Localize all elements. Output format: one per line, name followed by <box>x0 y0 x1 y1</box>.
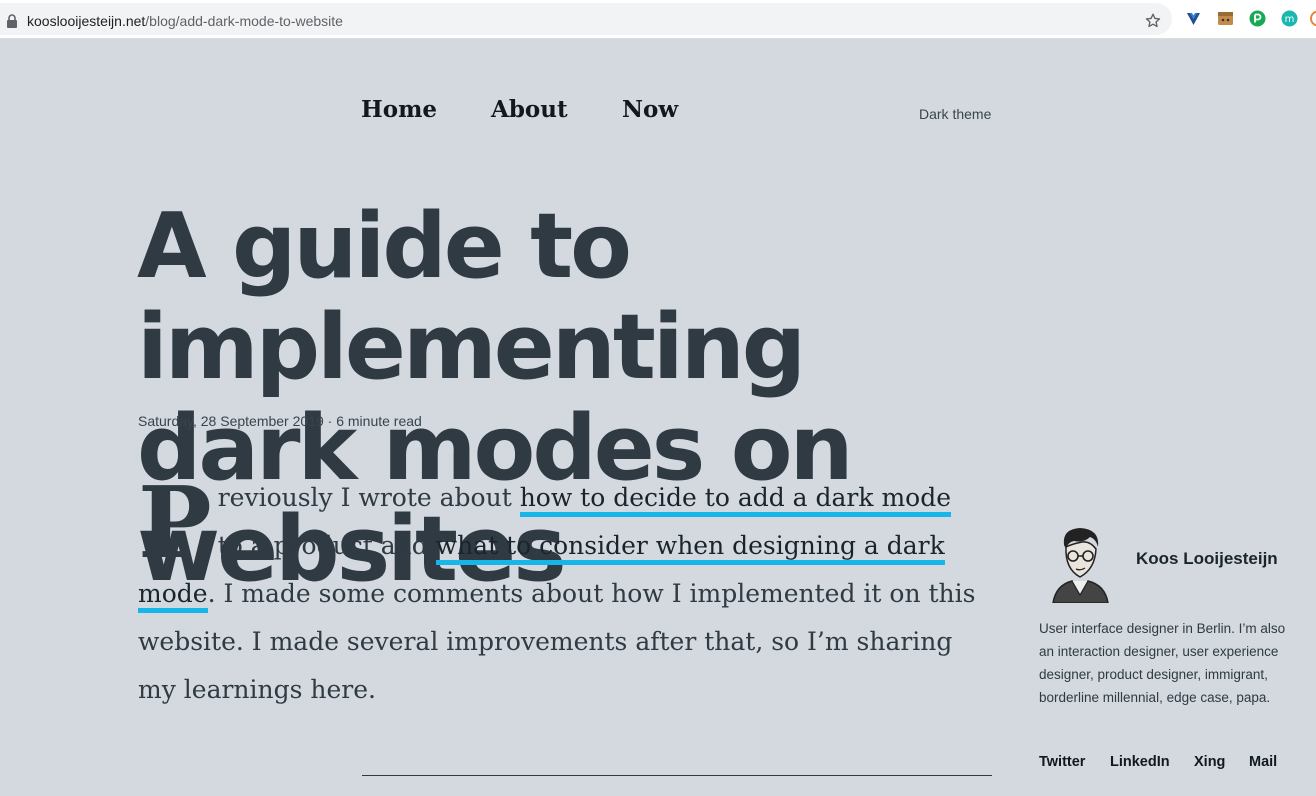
url-text[interactable]: kooslooijesteijn.net/blog/add-dark-mode-… <box>27 13 343 29</box>
link-decide-dark-mode[interactable]: how to decide to add a dark mode <box>519 483 952 517</box>
browser-toolbar: kooslooijesteijn.net/blog/add-dark-mode-… <box>0 0 1316 39</box>
read-time: 6 minute read <box>336 413 422 429</box>
extension-icon-partial[interactable] <box>1309 10 1316 27</box>
avatar <box>1052 528 1109 603</box>
mail-link[interactable]: Mail <box>1249 754 1277 770</box>
box-extension-icon[interactable] <box>1217 10 1234 27</box>
content-divider <box>362 775 992 776</box>
url-domain: kooslooijesteijn.net <box>27 13 146 29</box>
m-extension-icon[interactable]: m <box>1281 10 1298 27</box>
nav-home[interactable]: Home <box>361 96 437 123</box>
article-meta: Saturday, 28 September 2019 · 6 minute r… <box>138 413 422 429</box>
author-bio: User interface designer in Berlin. I’m a… <box>1039 621 1286 705</box>
article-intro: Previously I wrote about how to decide t… <box>138 474 978 714</box>
drop-cap: P <box>138 466 212 581</box>
intro-text-3: . I made some comments about how I imple… <box>138 579 976 704</box>
vue-devtools-icon[interactable] <box>1185 10 1202 27</box>
lock-icon <box>7 14 17 28</box>
intro-text-2: to a product and <box>217 531 436 560</box>
url-path: /blog/add-dark-mode-to-website <box>145 13 343 29</box>
grammar-extension-icon[interactable] <box>1249 10 1266 27</box>
linkedin-link[interactable]: LinkedIn <box>1110 754 1170 770</box>
nav-now[interactable]: Now <box>622 96 678 123</box>
address-bar[interactable]: kooslooijesteijn.net/blog/add-dark-mode-… <box>0 3 1172 35</box>
xing-link[interactable]: Xing <box>1194 754 1225 770</box>
bookmark-star-icon[interactable] <box>1144 12 1162 30</box>
intro-text-1: reviously I wrote about <box>217 483 520 512</box>
author-name: Koos Looijesteijn <box>1136 549 1278 568</box>
publish-date: Saturday, 28 September 2019 <box>138 413 324 429</box>
meta-separator: · <box>327 413 333 429</box>
dark-theme-toggle[interactable]: Dark theme <box>919 106 991 122</box>
twitter-link[interactable]: Twitter <box>1039 754 1085 770</box>
svg-text:m: m <box>1285 14 1295 25</box>
nav-about[interactable]: About <box>491 96 568 123</box>
title-line-1: A guide to implementing <box>137 194 806 400</box>
